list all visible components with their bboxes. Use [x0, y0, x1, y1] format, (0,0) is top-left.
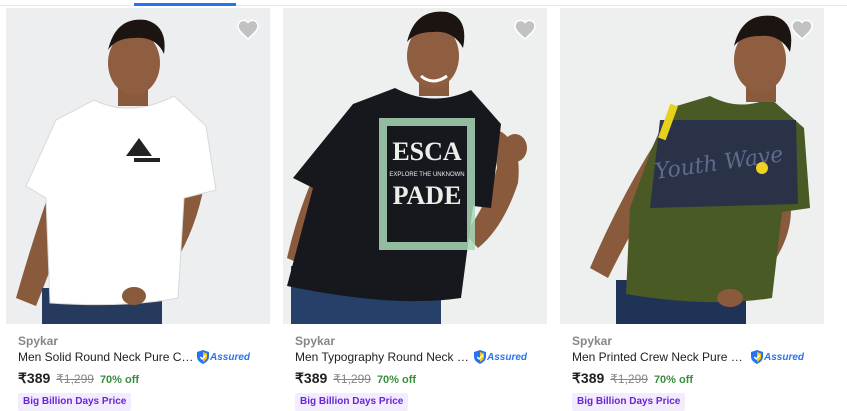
product-title[interactable]: Men Solid Round Neck Pure Cott...: [18, 350, 194, 364]
original-price: ₹1,299: [333, 372, 371, 386]
product-card[interactable]: ESCA EXPLORE THE UNKNOWN PADE Spykar Men…: [283, 8, 547, 411]
assured-shield-icon: [474, 350, 486, 364]
heart-icon[interactable]: [790, 18, 814, 40]
assured-shield-icon: [751, 350, 763, 364]
top-divider: [0, 0, 847, 6]
offer-badge: Big Billion Days Price: [572, 393, 686, 411]
discount-percent: 70% off: [653, 374, 694, 386]
product-title-row[interactable]: Men Printed Crew Neck Pure Co... Assured: [572, 349, 822, 365]
assured-badge: Assured: [197, 350, 250, 364]
assured-label: Assured: [210, 351, 251, 363]
original-price: ₹1,299: [610, 372, 648, 386]
product-brand: Spykar: [572, 334, 613, 348]
offer-badge: Big Billion Days Price: [18, 393, 132, 411]
assured-label: Assured: [764, 351, 805, 363]
product-title[interactable]: Men Typography Round Neck P...: [295, 350, 471, 364]
selling-price: ₹389: [295, 370, 328, 386]
product-image[interactable]: Youth Wave: [560, 8, 824, 324]
original-price: ₹1,299: [56, 372, 94, 386]
selling-price: ₹389: [572, 370, 605, 386]
print-text-bottom: PADE: [393, 181, 462, 210]
product-brand: Spykar: [18, 334, 59, 348]
assured-badge: Assured: [474, 350, 527, 364]
discount-percent: 70% off: [99, 374, 140, 386]
discount-percent: 70% off: [376, 374, 417, 386]
price-row: ₹389 ₹1,299 70% off: [572, 370, 693, 387]
product-card[interactable]: Youth Wave Spykar Men Printed Crew Neck …: [560, 8, 824, 411]
assured-label: Assured: [487, 351, 528, 363]
print-text-top: ESCA: [392, 137, 462, 166]
heart-icon[interactable]: [513, 18, 537, 40]
heart-icon[interactable]: [236, 18, 260, 40]
price-row: ₹389 ₹1,299 70% off: [18, 370, 139, 387]
product-title[interactable]: Men Printed Crew Neck Pure Co...: [572, 350, 748, 364]
product-grid-page: Spykar Men Solid Round Neck Pure Cott...…: [0, 0, 847, 411]
price-row: ₹389 ₹1,299 70% off: [295, 370, 416, 387]
selling-price: ₹389: [18, 370, 51, 386]
product-title-row[interactable]: Men Solid Round Neck Pure Cott... Assure…: [18, 349, 268, 365]
active-tab-indicator: [134, 3, 236, 6]
product-title-row[interactable]: Men Typography Round Neck P... Assured: [295, 349, 545, 365]
assured-shield-icon: [197, 350, 209, 364]
print-text-mid: EXPLORE THE UNKNOWN: [389, 172, 464, 178]
product-brand: Spykar: [295, 334, 336, 348]
offer-badge: Big Billion Days Price: [295, 393, 409, 411]
product-card[interactable]: Spykar Men Solid Round Neck Pure Cott...…: [6, 8, 270, 411]
product-image[interactable]: [6, 8, 270, 324]
assured-badge: Assured: [751, 350, 804, 364]
product-image[interactable]: ESCA EXPLORE THE UNKNOWN PADE: [283, 8, 547, 324]
